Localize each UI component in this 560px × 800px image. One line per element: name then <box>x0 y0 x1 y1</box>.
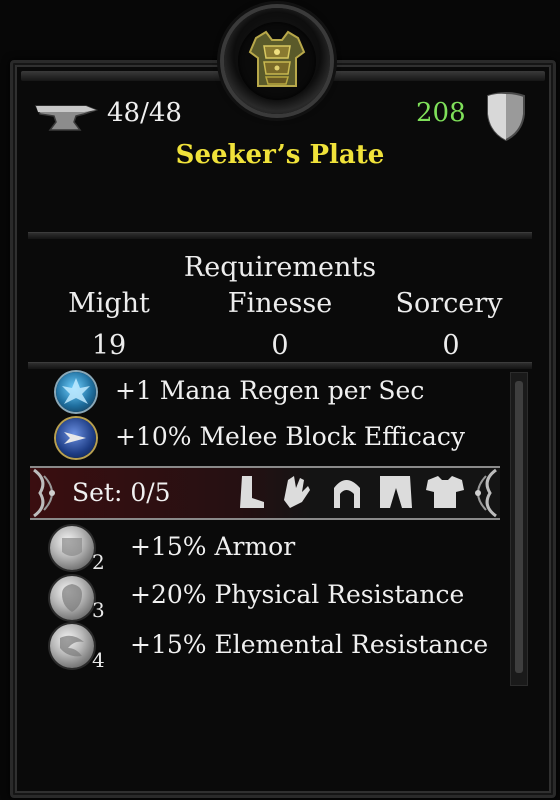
gloves-icon <box>284 476 310 508</box>
set-label: Set: 0/5 <box>72 478 171 507</box>
stat-value-sorcery: 0 <box>442 330 460 361</box>
melee-block-icon <box>56 418 96 458</box>
set-bonus-count: 4 <box>92 648 105 672</box>
helmet-icon <box>334 480 360 508</box>
stat-value-finesse: 0 <box>271 330 289 361</box>
stat-name-might: Might <box>68 288 150 319</box>
set-bonus-armor: +15% Armor <box>130 532 296 561</box>
divider <box>28 362 532 369</box>
properties-scrollbar[interactable] <box>510 372 528 686</box>
shield-icon <box>487 92 525 142</box>
set-pieces <box>240 476 464 508</box>
scrollbar-thumb[interactable] <box>515 381 523 673</box>
pants-icon <box>380 476 412 508</box>
elemental-resist-icon <box>50 624 94 668</box>
armor-bonus-icon <box>50 526 94 570</box>
item-icon-frame <box>238 22 316 100</box>
item-medallion <box>224 8 330 114</box>
armor-chestplate-icon <box>248 30 306 87</box>
set-bonus-count: 2 <box>92 550 105 574</box>
stat-value-might: 19 <box>91 330 127 361</box>
property-mana-regen: +1 Mana Regen per Sec <box>115 376 425 405</box>
physical-resist-icon <box>50 576 94 620</box>
stat-name-finesse: Finesse <box>227 288 333 319</box>
requirements-title: Requirements <box>183 252 377 283</box>
set-ornament-left-icon <box>33 468 55 518</box>
stat-name-sorcery: Sorcery <box>395 288 503 319</box>
armor-value: 208 <box>416 98 466 128</box>
chest-icon <box>426 476 464 508</box>
anvil-icon <box>34 105 98 131</box>
set-bonus-count: 3 <box>92 598 105 622</box>
boots-icon <box>240 476 264 508</box>
set-bonus-physical-resistance: +20% Physical Resistance <box>130 580 465 609</box>
divider <box>28 232 532 239</box>
mana-regen-icon <box>56 372 96 412</box>
durability-value: 48/48 <box>107 98 182 128</box>
item-name: Seeker’s Plate <box>175 140 385 170</box>
set-ornament-right-icon <box>475 468 497 518</box>
set-bonus-elemental-resistance: +15% Elemental Resistance <box>130 630 489 659</box>
property-melee-block: +10% Melee Block Efficacy <box>115 422 465 451</box>
